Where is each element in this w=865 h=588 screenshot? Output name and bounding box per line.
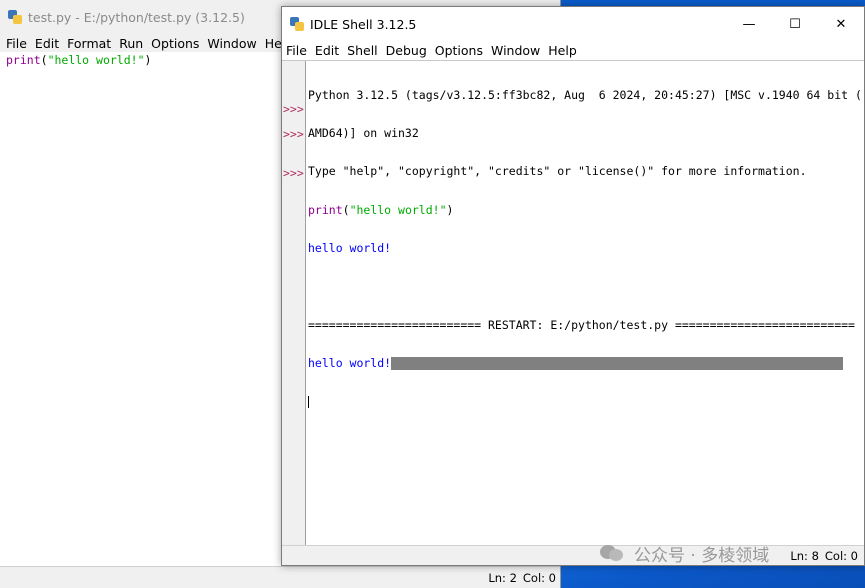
close-icon[interactable]: ✕: [818, 7, 864, 41]
text-cursor: [308, 395, 309, 408]
editor-menu-file[interactable]: File: [2, 36, 31, 51]
shell-line-number: Ln: 8: [790, 548, 819, 563]
shell-menu-file[interactable]: File: [282, 43, 311, 58]
watermark: 公众号 · 多棱领域: [600, 540, 769, 566]
shell-menu-edit[interactable]: Edit: [311, 43, 343, 58]
empty-line: [308, 281, 864, 294]
editor-menu-run[interactable]: Run: [115, 36, 147, 51]
editor-menu-edit[interactable]: Edit: [31, 36, 63, 51]
command-paren: ): [446, 202, 454, 217]
input-line[interactable]: [308, 395, 864, 409]
editor-menu-options[interactable]: Options: [147, 36, 203, 51]
shell-text-area[interactable]: Python 3.12.5 (tags/v3.12.5:ff3bc82, Aug…: [308, 63, 864, 545]
code-paren: (: [40, 53, 48, 67]
prompt-gutter: >>> >>> >>>: [282, 61, 306, 545]
command-string: "hello world!": [349, 202, 447, 217]
shell-menu-shell[interactable]: Shell: [343, 43, 382, 58]
editor-menu-window[interactable]: Window: [203, 36, 260, 51]
watermark-text: 公众号 · 多棱领域: [634, 545, 770, 566]
shell-menu-debug[interactable]: Debug: [382, 43, 431, 58]
shell-body[interactable]: >>> >>> >>> Python 3.12.5 (tags/v3.12.5:…: [282, 60, 864, 545]
code-paren: ): [144, 53, 152, 67]
output-line: hello world!: [308, 241, 392, 256]
output-line-selected: hello world!: [308, 356, 864, 371]
command-keyword: print: [308, 202, 343, 217]
command-paren: (: [342, 202, 350, 217]
minimize-icon[interactable]: —: [726, 7, 772, 41]
code-keyword: print: [6, 53, 41, 67]
command-line: print("hello world!"): [308, 202, 864, 217]
shell-window[interactable]: IDLE Shell 3.12.5 — ☐ ✕ File Edit Shell …: [281, 6, 865, 566]
editor-line-number: Ln: 2: [488, 570, 517, 585]
shell-column-number: Col: 0: [824, 548, 858, 563]
prompt-marker: >>>: [283, 166, 304, 180]
shell-title: IDLE Shell 3.12.5: [310, 16, 417, 32]
restart-line: ========================= RESTART: E:/py…: [308, 317, 855, 332]
banner-line: Python 3.12.5 (tags/v3.12.5:ff3bc82, Aug…: [308, 87, 862, 102]
output-text: hello world!: [308, 356, 392, 371]
wechat-icon: [600, 543, 626, 563]
prompt-marker: >>>: [283, 127, 304, 141]
window-controls: — ☐ ✕: [726, 7, 864, 41]
maximize-icon[interactable]: ☐: [772, 7, 818, 41]
shell-menu-options[interactable]: Options: [431, 43, 487, 58]
editor-column-number: Col: 0: [522, 570, 556, 585]
shell-statusbar: Ln: 8 Col: 0: [282, 545, 864, 565]
banner-line: Type "help", "copyright", "credits" or "…: [308, 164, 807, 179]
shell-menu-window[interactable]: Window: [487, 43, 544, 58]
editor-statusbar: Ln: 2 Col: 0: [0, 566, 560, 588]
prompt-marker: >>>: [283, 102, 304, 116]
shell-menu-help[interactable]: Help: [544, 43, 581, 58]
banner-line: AMD64)] on win32: [308, 125, 419, 140]
idle-icon: [290, 17, 304, 31]
editor-menu-format[interactable]: Format: [63, 36, 115, 51]
shell-titlebar[interactable]: IDLE Shell 3.12.5 — ☐ ✕: [282, 7, 864, 41]
python-file-icon: [8, 10, 22, 24]
editor-title: test.py - E:/python/test.py (3.12.5): [28, 9, 245, 25]
selection-highlight: [391, 357, 844, 371]
shell-menubar: File Edit Shell Debug Options Window Hel…: [282, 41, 864, 60]
code-string: "hello world!": [47, 53, 145, 67]
